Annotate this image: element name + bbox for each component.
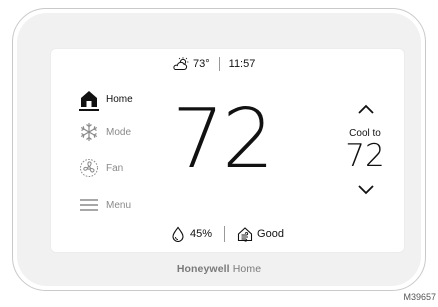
status-divider bbox=[224, 226, 226, 242]
snowflake-icon bbox=[78, 121, 100, 143]
status-divider bbox=[218, 57, 220, 71]
brand-name-bold: Honeywell bbox=[176, 263, 230, 275]
outdoor-temperature: 73° bbox=[193, 58, 210, 70]
indoor-humidity: 45% bbox=[190, 228, 213, 240]
partly-sunny-icon bbox=[173, 57, 189, 70]
menu-item-fan[interactable]: Fan bbox=[78, 157, 123, 179]
figure-code: M39657 bbox=[403, 292, 436, 302]
menu-item-label: Fan bbox=[106, 162, 124, 174]
clock-time: 11:57 bbox=[228, 58, 256, 70]
menu-item-label: Mode bbox=[106, 126, 132, 138]
current-temperature: 72 bbox=[172, 92, 274, 187]
menu-item-home[interactable]: Home bbox=[78, 88, 133, 110]
fan-icon bbox=[78, 157, 100, 179]
menu-item-label: Menu bbox=[106, 199, 132, 211]
brand-logo: Honeywell Home bbox=[0, 263, 438, 275]
bottom-status-bar: 45% Good bbox=[170, 224, 284, 244]
menu-item-label: Home bbox=[106, 93, 133, 105]
menu-item-menu[interactable]: Menu bbox=[78, 194, 131, 216]
setpoint-temperature: 72 bbox=[345, 138, 385, 174]
top-status-bar: 73° 11:57 bbox=[172, 55, 255, 73]
home-icon bbox=[78, 88, 100, 110]
hamburger-icon bbox=[78, 194, 100, 216]
active-indicator bbox=[79, 109, 99, 111]
chevron-down-icon[interactable] bbox=[357, 184, 375, 196]
chevron-up-icon[interactable] bbox=[357, 103, 375, 115]
brand-name-light: Home bbox=[232, 263, 262, 275]
air-quality-icon bbox=[237, 227, 253, 242]
humidity-drop-icon bbox=[172, 226, 184, 242]
menu-item-mode[interactable]: Mode bbox=[78, 121, 131, 143]
air-quality-status: Good bbox=[257, 228, 284, 240]
